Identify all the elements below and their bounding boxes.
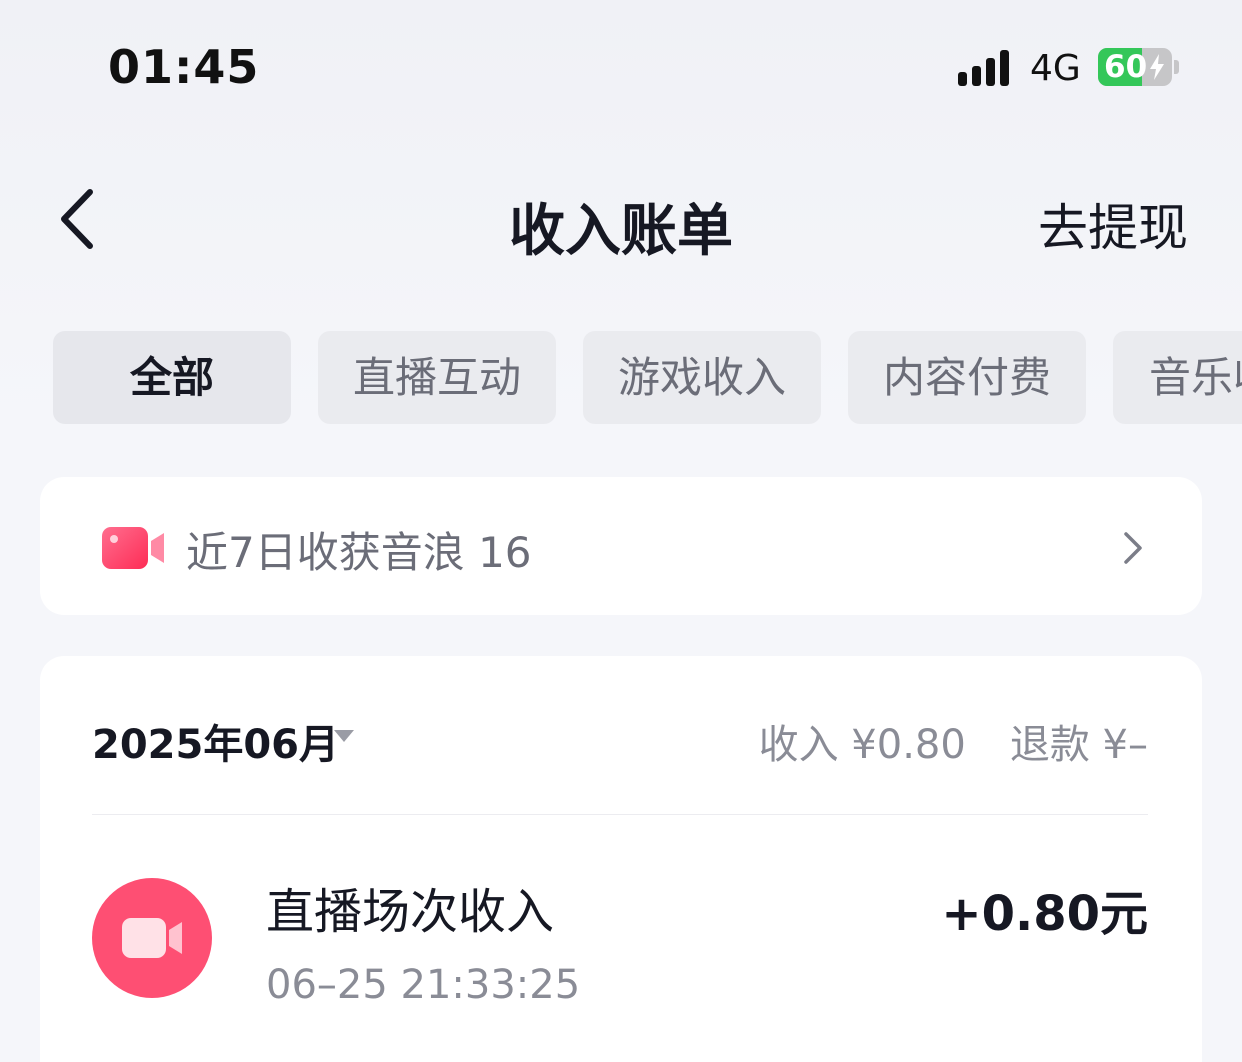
battery-percent: 60 <box>1104 49 1148 85</box>
signal-bars-icon <box>958 50 1009 86</box>
video-camera-icon <box>122 918 182 958</box>
tab-paid-content[interactable]: 内容付费 <box>848 331 1086 424</box>
weekly-summary-text: 近7日收获音浪 16 <box>186 528 532 577</box>
battery-indicator: 60 <box>1098 48 1172 86</box>
record-icon <box>92 878 212 998</box>
month-income: 收入 ¥0.80 <box>758 722 966 768</box>
status-bar: 01:45 4G 60 <box>0 0 1242 140</box>
divider <box>92 814 1148 815</box>
video-camera-icon <box>102 527 164 569</box>
withdraw-button[interactable]: 去提现 <box>1038 188 1188 260</box>
record-amount: +0.80元 <box>941 886 1148 942</box>
chevron-right-icon <box>1124 532 1142 564</box>
network-type: 4G <box>1030 48 1081 89</box>
tab-live-interaction[interactable]: 直播互动 <box>318 331 556 424</box>
status-time: 01:45 <box>108 40 260 94</box>
bolt-icon <box>1150 54 1164 80</box>
tab-all[interactable]: 全部 <box>53 331 291 424</box>
battery-cap <box>1174 60 1179 74</box>
tab-music-income[interactable]: 音乐收入 <box>1113 331 1242 424</box>
record-time: 06–25 21:33:25 <box>266 962 581 1008</box>
category-tabs: 全部 直播互动 游戏收入 内容付费 音乐收入 <box>53 331 1242 424</box>
caret-down-icon[interactable] <box>332 728 356 744</box>
records-card: 2025年06月 收入 ¥0.80 退款 ¥– 直播场次收入 06–25 21:3… <box>40 656 1202 1062</box>
weekly-summary-card[interactable]: 近7日收获音浪 16 <box>40 477 1202 615</box>
tab-game-income[interactable]: 游戏收入 <box>583 331 821 424</box>
income-bill-page: 01:45 4G 60 收入账单 去提现 全部 直播互动 游戏收入 内容付费 音… <box>0 0 1242 1062</box>
month-refund: 退款 ¥– <box>1009 722 1148 768</box>
month-stats: 收入 ¥0.80 退款 ¥– <box>759 712 1148 770</box>
record-title[interactable]: 直播场次收入 <box>266 872 554 942</box>
month-selector[interactable]: 2025年06月 <box>92 712 339 770</box>
